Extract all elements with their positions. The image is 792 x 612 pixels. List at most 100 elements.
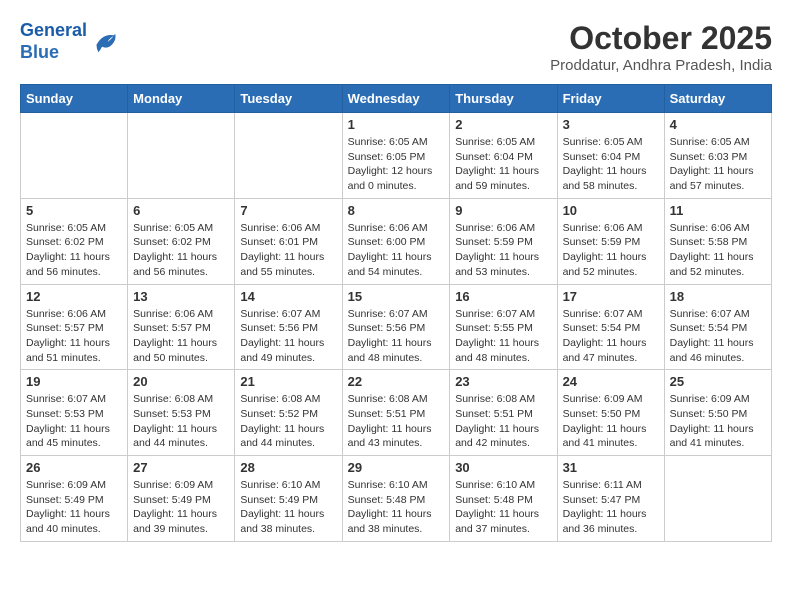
day-info-line: Daylight: 11 hours [455, 423, 539, 435]
day-info: Sunrise: 6:07 AMSunset: 5:53 PMDaylight:… [26, 392, 122, 451]
day-info-line: Sunset: 5:48 PM [455, 494, 533, 506]
day-info-line: Sunrise: 6:09 AM [563, 393, 643, 405]
day-info: Sunrise: 6:05 AMSunset: 6:04 PMDaylight:… [563, 135, 659, 194]
day-number: 16 [455, 289, 551, 304]
day-info-line: Sunrise: 6:06 AM [240, 222, 320, 234]
page-header: General Blue October 2025 Proddatur, And… [20, 20, 772, 74]
calendar-cell: 15 Sunrise: 6:07 AM Sunset: 5:56 PM Dayligh… [342, 284, 450, 370]
day-info-line: Sunrise: 6:07 AM [348, 308, 428, 320]
logo: General Blue [20, 20, 117, 63]
day-number: 6 [133, 203, 229, 218]
day-info: Sunrise: 6:09 AMSunset: 5:49 PMDaylight:… [133, 478, 229, 537]
day-info-line: Daylight: 11 hours [563, 251, 647, 263]
calendar-cell: 4Sunrise: 6:05 AMSunset: 6:03 PMDaylight… [664, 113, 771, 199]
calendar-week-row: 12Sunrise: 6:06 AMSunset: 5:57 PMDayligh… [21, 284, 772, 370]
day-info-line: Sunrise: 6:10 AM [240, 479, 320, 491]
day-info-line: and 37 minutes. [455, 523, 530, 535]
day-info-line: Daylight: 11 hours [563, 337, 647, 349]
day-number: 2 [455, 117, 551, 132]
day-info-line: Sunset: 5:49 PM [133, 494, 211, 506]
day-info: Sunrise: 6:07 AM Sunset: 5:56 PM Daylight:… [348, 307, 445, 366]
weekday-header-sunday: Sunday [21, 85, 128, 113]
weekday-header-thursday: Thursday [450, 85, 557, 113]
day-number: 20 [133, 374, 229, 389]
day-info-line: Daylight: 11 hours [670, 423, 754, 435]
day-info-line: Daylight: 12 hours [348, 165, 433, 177]
calendar-cell: 9Sunrise: 6:06 AMSunset: 5:59 PMDaylight… [450, 198, 557, 284]
day-info-line: and 49 minutes. [240, 352, 315, 364]
day-info: Sunrise: 6:05 AMSunset: 6:02 PMDaylight:… [133, 221, 229, 280]
day-info-line: Sunset: 5:53 PM [133, 408, 211, 420]
day-info-line: and 38 minutes. [348, 523, 423, 535]
day-info-line: and 39 minutes. [133, 523, 208, 535]
day-info: Sunrise: 6:06 AMSunset: 6:01 PMDaylight:… [240, 221, 336, 280]
day-number: 15 [348, 289, 445, 304]
day-info-line: Sunrise: 6:05 AM [670, 136, 750, 148]
calendar-week-row: 26 Sunrise: 6:09 AMSunset: 5:49 PMDayligh… [21, 456, 772, 542]
day-info-line: Sunrise: 6:09 AM [670, 393, 750, 405]
day-info-line: Sunset: 5:47 PM [563, 494, 641, 506]
day-info-line: and 36 minutes. [563, 523, 638, 535]
day-info-line: Sunrise: 6:06 AM [563, 222, 643, 234]
calendar-cell: 17Sunrise: 6:07 AMSunset: 5:54 PMDayligh… [557, 284, 664, 370]
calendar-cell: 19Sunrise: 6:07 AMSunset: 5:53 PMDayligh… [21, 370, 128, 456]
day-info: Sunrise: 6:10 AMSunset: 5:49 PMDaylight:… [240, 478, 336, 537]
day-number: 9 [455, 203, 551, 218]
day-info: Sunrise: 6:11 AM Sunset: 5:47 PM Daylight:… [563, 478, 659, 537]
day-info-line: and 50 minutes. [133, 352, 208, 364]
day-info-line: Sunset: 5:58 PM [670, 236, 748, 248]
day-info-line: Daylight: 11 hours [133, 508, 217, 520]
day-info-line: and 58 minutes. [563, 180, 638, 192]
day-info-line: Daylight: 11 hours [348, 423, 432, 435]
day-info-line: Daylight: 11 hours [26, 508, 110, 520]
day-info: Sunrise: 6:07 AMSunset: 5:56 PMDaylight:… [240, 307, 336, 366]
day-info-line: Daylight: 11 hours [348, 508, 432, 520]
calendar-cell: 29Sunrise: 6:10 AMSunset: 5:48 PMDayligh… [342, 456, 450, 542]
weekday-header-saturday: Saturday [664, 85, 771, 113]
day-number: 26 [26, 460, 122, 475]
day-number: 22 [348, 374, 445, 389]
day-info-line: Sunset: 5:54 PM [670, 322, 748, 334]
weekday-header-friday: Friday [557, 85, 664, 113]
day-info-line: and 40 minutes. [26, 523, 101, 535]
day-info-line: Sunset: 5:56 PM [348, 322, 426, 334]
day-info: Sunrise: 6:08 AMSunset: 5:51 PMDaylight:… [455, 392, 551, 451]
calendar-cell: 13Sunrise: 6:06 AMSunset: 5:57 PMDayligh… [128, 284, 235, 370]
day-info-line: Sunset: 5:51 PM [455, 408, 533, 420]
day-info: Sunrise: 6:05 AMSunset: 6:02 PMDaylight:… [26, 221, 122, 280]
day-info: Sunrise: 6:07 AMSunset: 5:54 PMDaylight:… [670, 307, 766, 366]
day-info-line: Sunrise: 6:08 AM [240, 393, 320, 405]
day-info-line: Daylight: 11 hours [133, 337, 217, 349]
calendar-cell: 27Sunrise: 6:09 AMSunset: 5:49 PMDayligh… [128, 456, 235, 542]
calendar-cell: 8Sunrise: 6:06 AMSunset: 6:00 PMDaylight… [342, 198, 450, 284]
day-info-line: Daylight: 11 hours [563, 508, 647, 520]
day-info-line: Sunrise: 6:05 AM [455, 136, 535, 148]
calendar-cell: 10Sunrise: 6:06 AMSunset: 5:59 PMDayligh… [557, 198, 664, 284]
day-info-line: and 44 minutes. [133, 437, 208, 449]
day-info-line: Sunrise: 6:11 AM [563, 479, 642, 491]
calendar-cell: 14Sunrise: 6:07 AMSunset: 5:56 PMDayligh… [235, 284, 342, 370]
day-info-line: Sunrise: 6:06 AM [26, 308, 106, 320]
day-info-line: Daylight: 11 hours [455, 251, 539, 263]
day-info-line: Daylight: 11 hours [26, 251, 110, 263]
day-info-line: Daylight: 11 hours [455, 337, 539, 349]
day-info: Sunrise: 6:05 AMSunset: 6:04 PMDaylight:… [455, 135, 551, 194]
day-info: Sunrise: 6:10 AMSunset: 5:48 PMDaylight:… [348, 478, 445, 537]
calendar-cell: 23Sunrise: 6:08 AMSunset: 5:51 PMDayligh… [450, 370, 557, 456]
day-info-line: Sunrise: 6:07 AM [670, 308, 750, 320]
day-number: 10 [563, 203, 659, 218]
day-info-line: and 0 minutes. [348, 180, 417, 192]
day-info-line: Sunset: 5:54 PM [563, 322, 641, 334]
day-info-line: and 46 minutes. [670, 352, 745, 364]
day-info-line: Sunrise: 6:06 AM [670, 222, 750, 234]
day-info-line: Daylight: 11 hours [240, 423, 324, 435]
day-info-line: and 55 minutes. [240, 266, 315, 278]
day-info: Sunrise: 6:06 AMSunset: 5:57 PMDaylight:… [133, 307, 229, 366]
day-info-line: Sunrise: 6:08 AM [348, 393, 428, 405]
day-info-line: Sunset: 5:53 PM [26, 408, 104, 420]
day-info-line: Sunset: 5:49 PM [26, 494, 104, 506]
day-info-line: and 57 minutes. [670, 180, 745, 192]
day-number: 28 [240, 460, 336, 475]
day-info-line: Daylight: 11 hours [563, 423, 647, 435]
day-info-line: Daylight: 11 hours [348, 337, 432, 349]
